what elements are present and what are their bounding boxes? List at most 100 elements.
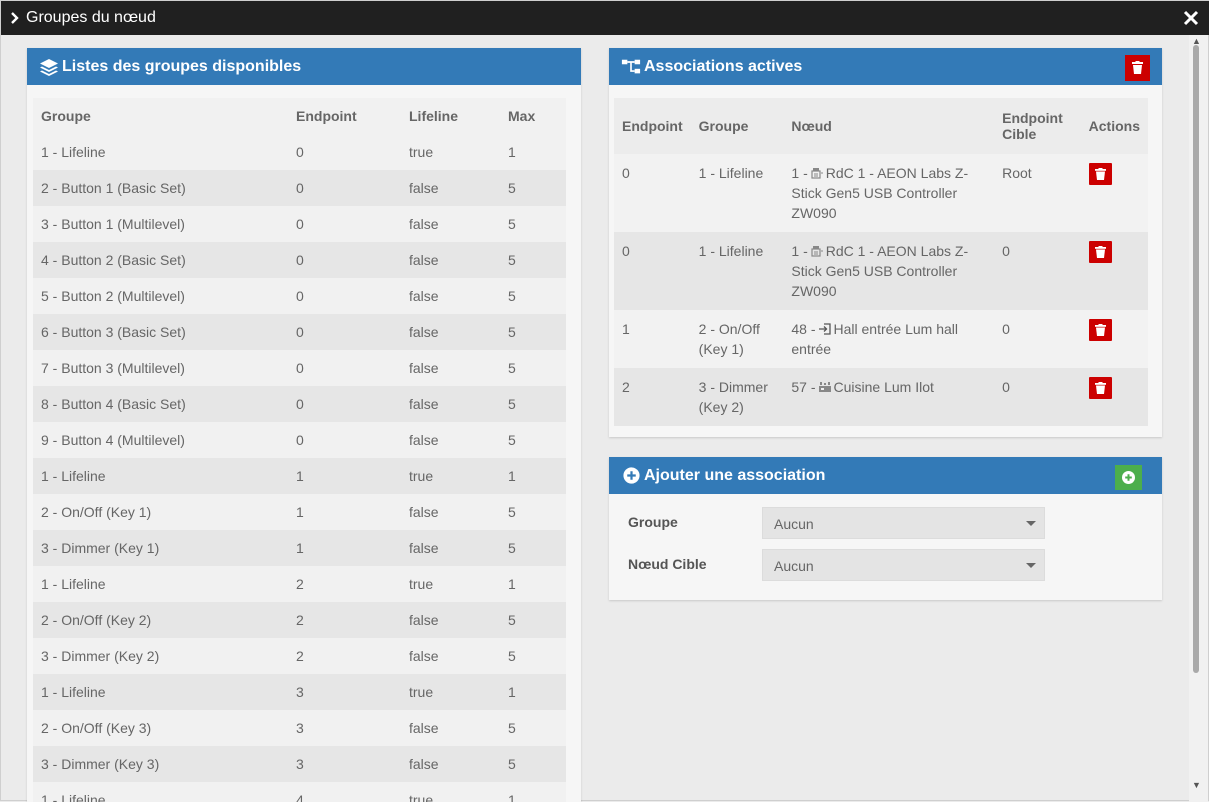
cell-groupe: 7 - Button 3 (Multilevel) <box>41 360 185 376</box>
cell-endpoint: 1 <box>296 468 304 484</box>
cell-max: 5 <box>508 216 516 232</box>
cell-groupe: 1 - Lifeline <box>41 144 106 160</box>
cell-max: 5 <box>508 648 516 664</box>
groups-dialog: Groupes du nœud Listes des groupes dispo… <box>0 0 1209 802</box>
trash-icon <box>1094 246 1106 258</box>
cell-groupe: 1 - Lifeline <box>698 243 764 259</box>
cell-lifeline: false <box>409 324 439 340</box>
node-name: Hall entrée Lum hall entrée <box>791 321 959 357</box>
cell-groupe: 3 - Dimmer (Key 1) <box>41 540 160 556</box>
table-row: 6 - Button 3 (Basic Set) 0 false 5 <box>33 314 566 350</box>
cell-lifeline: false <box>409 360 439 376</box>
delete-association-button[interactable] <box>1088 319 1112 341</box>
cell-lifeline: false <box>409 216 439 232</box>
cell-groupe: 8 - Button 4 (Basic Set) <box>41 396 186 412</box>
cell-max: 5 <box>508 540 516 556</box>
col-header-groupe: Groupe <box>41 108 91 124</box>
cell-groupe: 2 - Button 1 (Basic Set) <box>41 180 186 196</box>
cell-max: 5 <box>508 612 516 628</box>
close-icon[interactable] <box>1182 8 1200 28</box>
table-row: 3 - Dimmer (Key 3) 3 false 5 <box>33 746 566 782</box>
scrollbar-thumb[interactable] <box>1193 45 1199 673</box>
add-association-button[interactable] <box>1115 465 1142 490</box>
cell-endpoint: 0 <box>622 165 630 181</box>
cell-max: 1 <box>508 576 516 592</box>
cell-groupe: 5 - Button 2 (Multilevel) <box>41 288 185 304</box>
controller-icon <box>811 168 823 179</box>
cell-lifeline: false <box>409 288 439 304</box>
cell-endpoint: 0 <box>296 396 304 412</box>
cell-groupe: 4 - Button 2 (Basic Set) <box>41 252 186 268</box>
col-header-noeud: Nœud <box>791 118 832 134</box>
cell-max: 5 <box>508 360 516 376</box>
noeud-cible-label: Nœud Cible <box>628 556 707 572</box>
caret-down-icon <box>1026 521 1036 526</box>
cell-endpoint-cible: 0 <box>1002 321 1010 337</box>
groups-table: Groupe Endpoint Lifeline Max 1 - Lifelin… <box>33 98 566 802</box>
table-row: 2 - On/Off (Key 2) 2 false 5 <box>33 602 566 638</box>
delete-association-button[interactable] <box>1088 377 1112 399</box>
cell-endpoint: 0 <box>296 360 304 376</box>
cell-endpoint: 3 <box>296 720 304 736</box>
cell-max: 5 <box>508 756 516 772</box>
groupe-select[interactable]: Aucun <box>762 507 1045 539</box>
cell-actions <box>1081 154 1148 232</box>
delete-association-button[interactable] <box>1088 241 1112 263</box>
cell-actions <box>1081 232 1148 310</box>
cell-endpoint: 0 <box>622 243 630 259</box>
cell-noeud: 1 - RdC 1 - AEON Labs Z-Stick Gen5 USB Co… <box>783 154 994 232</box>
cell-lifeline: true <box>409 576 434 592</box>
col-header-endpoint-cible: Endpoint Cible <box>1002 110 1063 142</box>
noeud-cible-select[interactable]: Aucun <box>762 549 1045 581</box>
delete-all-button[interactable] <box>1125 55 1150 81</box>
cell-endpoint: 0 <box>296 144 304 160</box>
table-row: 3 - Button 1 (Multilevel) 0 false 5 <box>33 206 566 242</box>
cell-groupe: 3 - Dimmer (Key 2) <box>698 379 768 415</box>
delete-association-button[interactable] <box>1088 163 1112 185</box>
cell-endpoint: 0 <box>296 432 304 448</box>
cell-endpoint-cible: 0 <box>1002 243 1010 259</box>
cell-lifeline: false <box>409 504 439 520</box>
cell-endpoint-cible: 0 <box>1002 379 1010 395</box>
groups-panel-title: Listes des groupes disponibles <box>62 58 302 75</box>
cell-groupe: 1 - Lifeline <box>698 165 764 181</box>
table-row: 0 1 - Lifeline 1 - RdC 1 - AEON Labs Z-Stic… <box>614 154 1148 232</box>
caret-down-icon <box>1026 563 1036 568</box>
cell-groupe: 6 - Button 3 (Basic Set) <box>41 324 186 340</box>
cell-lifeline: false <box>409 540 439 556</box>
col-header-endpoint: Endpoint <box>622 118 683 134</box>
table-row: 2 - On/Off (Key 3) 3 false 5 <box>33 710 566 746</box>
add-association-title: Ajouter une association <box>644 467 826 484</box>
cell-groupe: 3 - Button 1 (Multilevel) <box>41 216 185 232</box>
cell-max: 1 <box>508 684 516 700</box>
cell-lifeline: true <box>409 144 434 160</box>
associations-table: Endpoint Groupe Nœud Endpoint Cible Acti… <box>614 98 1148 426</box>
cell-lifeline: false <box>409 612 439 628</box>
cell-lifeline: false <box>409 252 439 268</box>
cell-groupe: 3 - Dimmer (Key 3) <box>41 756 160 772</box>
kitchen-icon <box>818 382 831 392</box>
cell-groupe: 2 - On/Off (Key 1) <box>41 504 152 520</box>
cell-endpoint: 0 <box>296 252 304 268</box>
cell-lifeline: true <box>409 468 434 484</box>
groups-panel: Listes des groupes disponibles Groupe En… <box>27 48 581 802</box>
noeud-cible-select-value: Aucun <box>774 558 814 574</box>
cell-endpoint: 0 <box>296 216 304 232</box>
scroll-down-icon[interactable]: ▼ <box>1192 780 1201 790</box>
cell-endpoint: 1 <box>296 504 304 520</box>
cell-max: 5 <box>508 288 516 304</box>
cell-max: 1 <box>508 792 516 802</box>
cell-endpoint: 3 <box>296 756 304 772</box>
cell-groupe: 1 - Lifeline <box>41 792 106 802</box>
chevron-right-icon[interactable] <box>9 9 21 27</box>
table-row: 8 - Button 4 (Basic Set) 0 false 5 <box>33 386 566 422</box>
cell-actions <box>1081 310 1148 368</box>
table-row: 1 - Lifeline 4 true 1 <box>33 782 566 802</box>
col-header-groupe: Groupe <box>698 118 749 134</box>
node-number: 48 - <box>791 321 816 337</box>
cell-max: 5 <box>508 720 516 736</box>
cell-endpoint: 0 <box>296 324 304 340</box>
cell-max: 1 <box>508 468 516 484</box>
trash-icon <box>1094 382 1106 394</box>
dialog-scrollbar[interactable]: ▲ ▼ <box>1189 35 1208 802</box>
